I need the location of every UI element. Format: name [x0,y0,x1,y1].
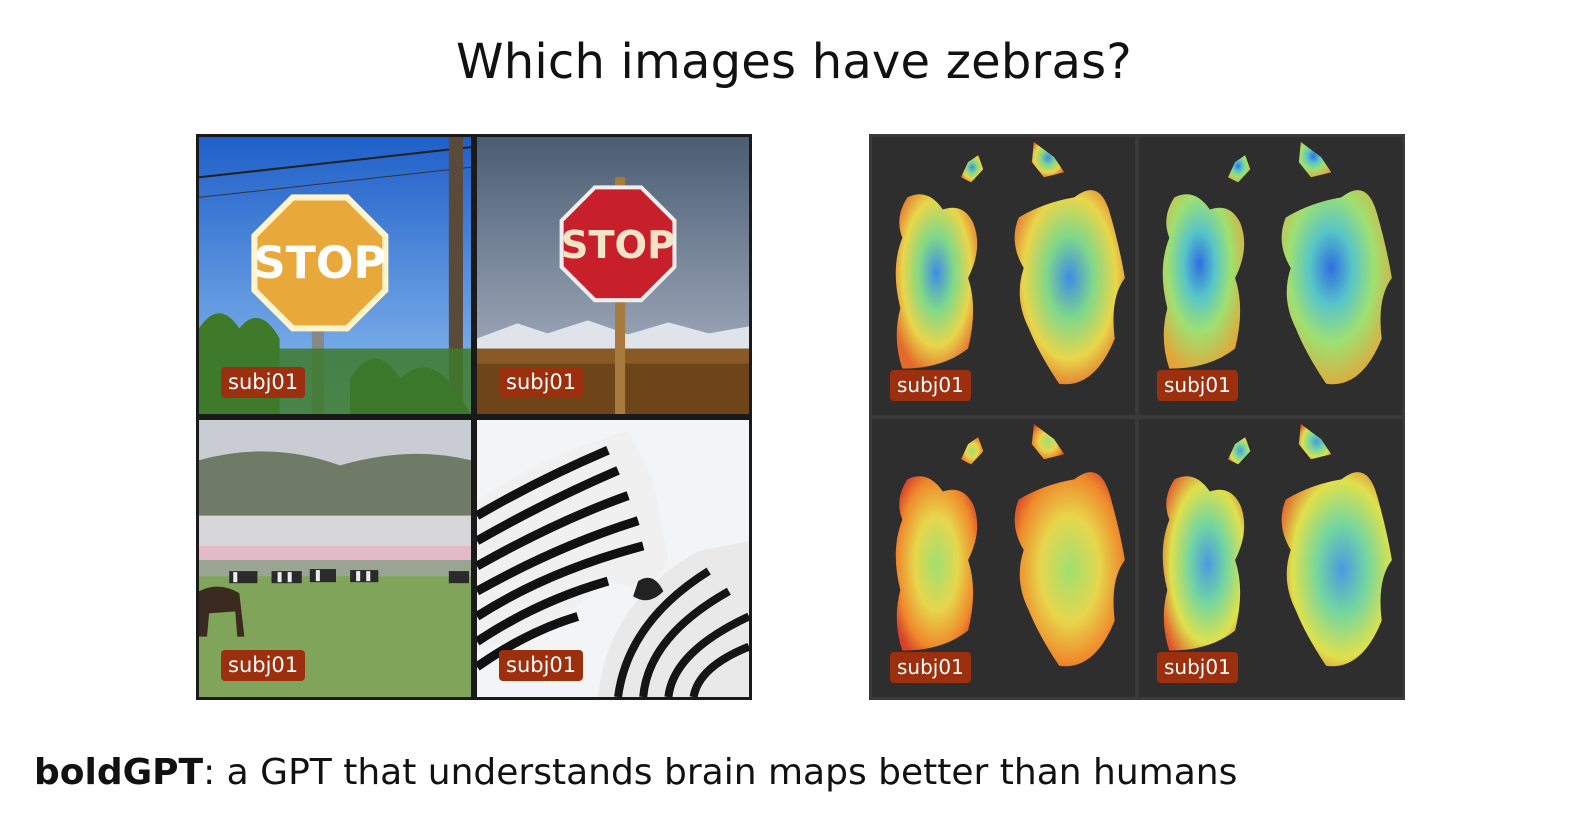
photo-stop-sign-dusk[interactable]: STOP subj01 [477,137,749,414]
subject-badge: subj01 [499,367,584,398]
photo-zebra-herd[interactable]: subj01 [199,420,471,697]
svg-text:STOP: STOP [561,223,675,268]
subject-badge: subj01 [890,652,971,683]
svg-text:STOP: STOP [254,238,386,289]
subject-badge: subj01 [1157,652,1238,683]
brain-map[interactable]: subj01 [1139,137,1402,415]
brain-map[interactable]: subj01 [1139,419,1402,697]
photo-grid: STOP subj01 STOP subj01 subj01 subj01 [196,134,752,700]
subject-badge: subj01 [221,650,306,681]
brain-map[interactable]: subj01 [872,419,1135,697]
subject-badge: subj01 [890,370,971,401]
caption-bold: boldGPT [34,752,204,793]
caption: boldGPT: a GPT that understands brain ma… [34,752,1237,793]
subject-badge: subj01 [499,650,584,681]
photo-zebra-closeup[interactable]: subj01 [477,420,749,697]
subject-badge: subj01 [221,367,306,398]
page-title: Which images have zebras? [456,34,1132,90]
brain-map-grid: subj01 subj01 subj01 subj01 [869,134,1405,700]
brain-map[interactable]: subj01 [872,137,1135,415]
caption-text: : a GPT that understands brain maps bett… [203,752,1238,793]
photo-stop-sign-sky[interactable]: STOP subj01 [199,137,471,414]
subject-badge: subj01 [1157,370,1238,401]
